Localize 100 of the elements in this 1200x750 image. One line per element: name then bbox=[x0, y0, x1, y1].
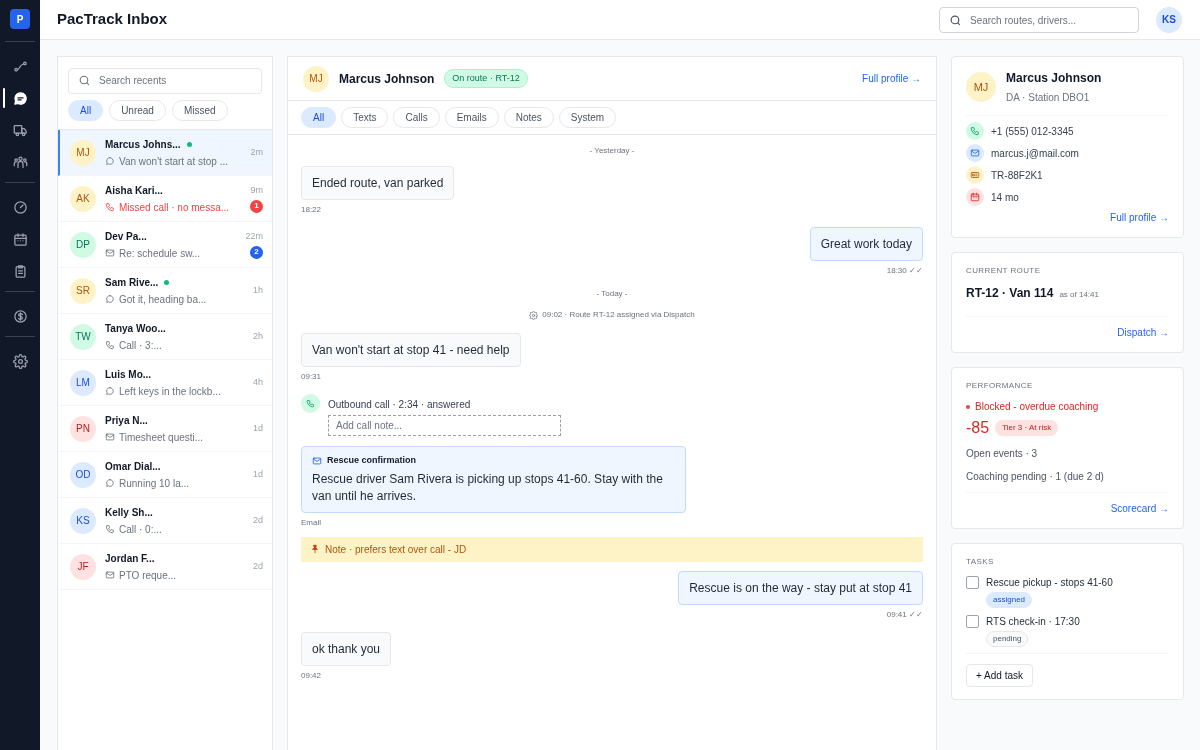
filter-tab[interactable]: Emails bbox=[444, 107, 499, 128]
chat-icon bbox=[12, 90, 28, 106]
contact-name: Jordan F... bbox=[105, 551, 155, 566]
conversation-item[interactable]: MJ Marcus Johns... Van won't start at stop ... 2m bbox=[58, 130, 272, 176]
dollar-icon bbox=[12, 308, 28, 324]
contact-avatar: JF bbox=[70, 553, 96, 580]
contact-role: DA · Station DBO1 bbox=[1006, 91, 1091, 105]
performance-stat: Coaching pending · 1 (due 2 d) bbox=[966, 470, 1105, 484]
message-preview: Van won't start at stop ... bbox=[119, 154, 228, 169]
filter-tab[interactable]: All bbox=[301, 107, 337, 128]
timestamp: 09:41 ✓✓ bbox=[886, 608, 923, 621]
filter-tab[interactable]: Missed bbox=[171, 100, 228, 121]
recents-search-field[interactable]: Search recents bbox=[68, 67, 262, 94]
add-task-button[interactable]: + Add task bbox=[966, 664, 1033, 687]
gauge-icon bbox=[12, 199, 28, 215]
mail-icon bbox=[970, 148, 980, 158]
scorecard-link[interactable]: Scorecard → bbox=[1110, 501, 1169, 516]
full-profile-link[interactable]: Full profile → bbox=[862, 71, 921, 86]
message-preview: Timesheet questi... bbox=[119, 430, 204, 445]
timestamp: 2d bbox=[253, 559, 263, 573]
timestamp: 2d bbox=[253, 513, 263, 527]
chat-bubble-icon bbox=[105, 294, 115, 304]
mail-icon bbox=[105, 248, 115, 258]
dispatch-link[interactable]: Dispatch → bbox=[1117, 325, 1169, 340]
app-title: PacTrack Inbox bbox=[57, 9, 168, 30]
message-preview: Call · 3:... bbox=[119, 338, 162, 353]
message-bubble: Van won't start at stop 41 - need help bbox=[301, 333, 521, 367]
filter-tab[interactable]: Calls bbox=[393, 107, 440, 128]
settings-icon bbox=[12, 353, 28, 369]
filter-tab[interactable]: All bbox=[68, 100, 104, 121]
contact-name: Aisha Kari... bbox=[105, 183, 163, 198]
call-summary: Outbound call · 2:34 · answered bbox=[328, 398, 472, 412]
contact-name: Marcus Johnson bbox=[339, 70, 435, 88]
unread-count-badge: 1 bbox=[250, 199, 263, 213]
contact-name: Marcus Johns... bbox=[105, 137, 181, 152]
email-body: Rescue driver Sam Rivera is picking up stops 41-60. Stay with the van until he arrives. bbox=[312, 470, 664, 505]
contact-avatar: MJ bbox=[70, 139, 96, 166]
task-checkbox[interactable] bbox=[966, 615, 979, 628]
contact-detail: +1 (555) 012-3345 bbox=[991, 124, 1074, 139]
timestamp: 1h bbox=[253, 283, 263, 297]
phone-icon bbox=[105, 524, 115, 534]
timestamp: 09:42 bbox=[301, 669, 323, 682]
timestamp: 1d bbox=[253, 421, 263, 435]
message-preview: Call · 0:... bbox=[119, 522, 162, 537]
contact-avatar: TW bbox=[70, 323, 96, 350]
status-tag: assigned bbox=[986, 592, 1033, 608]
contact-detail: TR-88F2K1 bbox=[991, 168, 1043, 183]
filter-tab[interactable]: Unread bbox=[109, 100, 166, 121]
timestamp: 2m bbox=[250, 145, 263, 159]
timestamp: 18:30 ✓✓ bbox=[886, 265, 923, 277]
system-event: 09:02 · Route RT-12 assigned via Dispatch bbox=[542, 309, 695, 321]
date-divider: - Yesterday - bbox=[589, 145, 635, 157]
filter-tab[interactable]: System bbox=[558, 107, 617, 128]
search-field[interactable]: Search routes, drivers... bbox=[939, 7, 1139, 33]
mail-icon bbox=[105, 570, 115, 580]
id-card-icon bbox=[970, 170, 980, 180]
contact-avatar: DP bbox=[70, 231, 96, 258]
timestamp: 09:31 bbox=[301, 371, 323, 383]
message-preview: Missed call · no messa... bbox=[119, 200, 230, 215]
search-icon bbox=[78, 74, 91, 87]
contact-avatar: SR bbox=[70, 277, 96, 304]
user-avatar[interactable]: KS bbox=[1156, 6, 1182, 33]
contact-name: Omar Dial... bbox=[105, 459, 161, 474]
contact-avatar: OD bbox=[70, 461, 96, 488]
calendar-icon bbox=[970, 192, 980, 202]
calendar-icon bbox=[12, 231, 28, 247]
email-subject: Rescue confirmation bbox=[327, 454, 417, 467]
date-divider: - Today - bbox=[596, 288, 628, 300]
full-profile-link[interactable]: Full profile → bbox=[1110, 210, 1169, 225]
unread-count-badge: 2 bbox=[250, 245, 263, 259]
message-bubble: Ended route, van parked bbox=[301, 166, 455, 200]
contact-name: Marcus Johnson bbox=[1006, 70, 1102, 87]
filter-tab[interactable]: Texts bbox=[341, 107, 389, 128]
clipboard-icon bbox=[12, 263, 28, 279]
contact-name: Luis Mo... bbox=[105, 367, 152, 382]
call-note-field[interactable]: Add call note... bbox=[328, 415, 561, 436]
task-label: Rescue pickup - stops 41-60 bbox=[986, 576, 1113, 590]
chat-bubble-icon bbox=[105, 478, 115, 488]
contact-detail: marcus.j@mail.com bbox=[991, 146, 1079, 161]
contact-avatar: PN bbox=[70, 415, 96, 442]
task-checkbox[interactable] bbox=[966, 576, 979, 589]
contact-avatar: MJ bbox=[966, 72, 996, 102]
chat-bubble-icon bbox=[105, 386, 115, 396]
filter-tab[interactable]: Notes bbox=[503, 107, 554, 128]
search-icon bbox=[949, 13, 962, 27]
app-logo: P bbox=[10, 9, 30, 29]
score-value: -85 bbox=[966, 418, 990, 438]
message-bubble: Rescue is on the way - stay put at stop 41 bbox=[678, 570, 923, 605]
status-tag: pending bbox=[986, 631, 1029, 647]
mail-icon bbox=[105, 432, 115, 442]
message-preview: PTO reque... bbox=[119, 568, 177, 583]
message-preview: Re: schedule sw... bbox=[119, 246, 201, 261]
contact-avatar: AK bbox=[70, 185, 96, 212]
contact-name: Kelly Sh... bbox=[105, 505, 153, 520]
note-text: Note · prefers text over call - JD bbox=[325, 542, 467, 557]
phone-icon bbox=[306, 399, 315, 408]
section-heading: PERFORMANCE bbox=[966, 380, 1034, 392]
message-preview: Got it, heading ba... bbox=[119, 292, 207, 307]
contact-avatar: LM bbox=[70, 369, 96, 396]
timestamp: 1d bbox=[253, 467, 263, 481]
